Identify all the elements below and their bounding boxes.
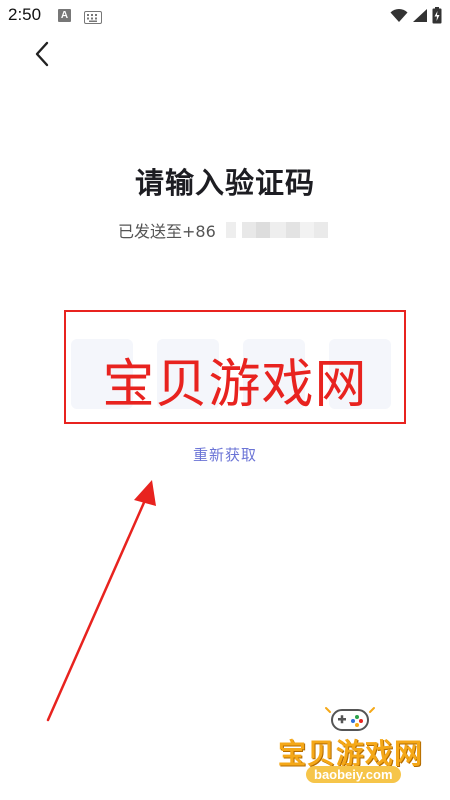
status-time: 2:50: [8, 5, 42, 24]
status-icons: [390, 7, 442, 28]
back-button[interactable]: [28, 41, 56, 71]
masked-phone-number: [225, 222, 328, 238]
sent-to-label: 已发送至+86: [118, 222, 216, 241]
resend-code-link[interactable]: 重新获取: [0, 444, 450, 465]
chevron-left-icon: [34, 41, 50, 71]
sent-to-row: 已发送至+86: [118, 219, 328, 241]
logo-domain: baobeiy.com: [306, 766, 401, 783]
signal-icon: [412, 8, 428, 27]
keyboard-icon: [84, 9, 102, 28]
status-bar: 2:50 A: [0, 0, 450, 32]
watermark-text: 宝贝游戏网: [102, 355, 368, 415]
annotation-arrow: [40, 470, 170, 734]
battery-icon: [432, 7, 442, 28]
wifi-icon: [390, 8, 408, 27]
app-notification-icon: A: [58, 9, 71, 22]
page-title: 请输入验证码: [134, 166, 315, 200]
site-logo: 宝贝游戏网 baobeiy.com: [270, 706, 450, 800]
